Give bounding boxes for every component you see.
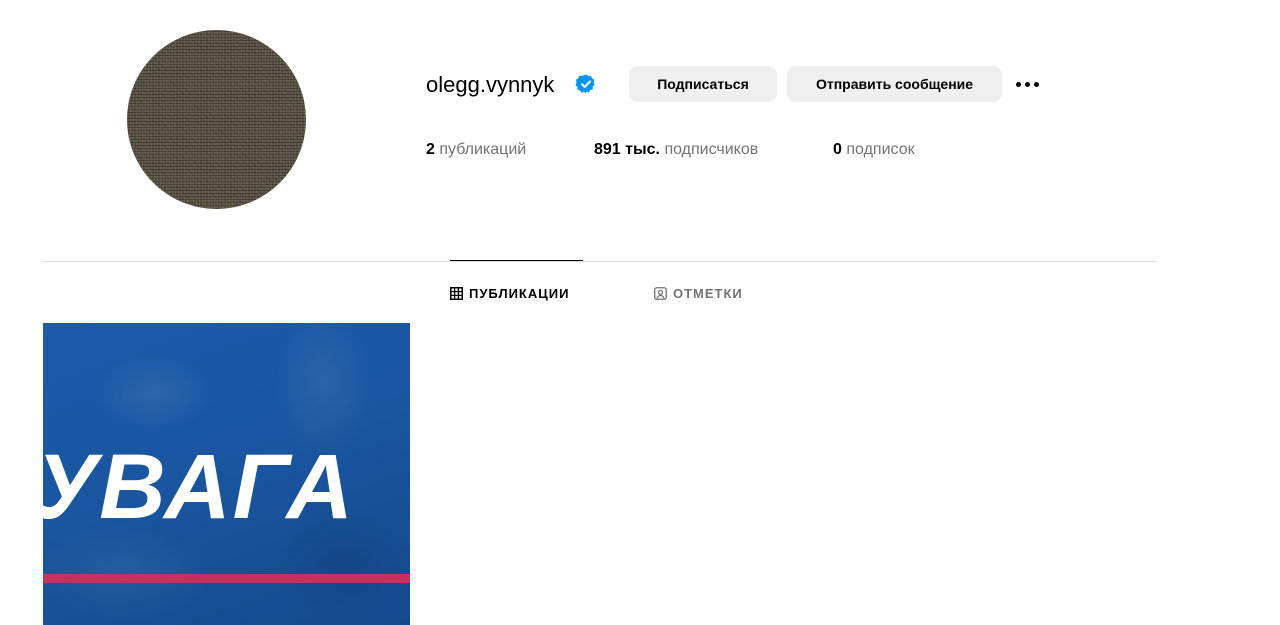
profile-username: olegg.vynnyk [426, 72, 555, 97]
following-count: 0 [833, 141, 842, 158]
tab-tagged[interactable]: ОТМЕТКИ [654, 284, 743, 302]
more-options-icon[interactable] [1016, 78, 1046, 90]
post-stripe [43, 574, 410, 583]
profile-avatar[interactable] [127, 30, 306, 209]
post-thumbnail[interactable]: УВАГА [43, 323, 410, 625]
followers-label: подписчиков [664, 141, 759, 158]
post-headline-text: УВАГА [43, 436, 355, 538]
posts-label: публикаций [439, 141, 527, 158]
followers-count-stat[interactable]: 891 тыс. подписчиков [594, 139, 758, 161]
following-count-stat[interactable]: 0 подписок [833, 139, 915, 161]
verified-badge-icon [575, 74, 595, 94]
tab-tagged-label: ОТМЕТКИ [673, 285, 743, 301]
posts-count-stat: 2 публикаций [426, 139, 526, 161]
send-message-button[interactable]: Отправить сообщение [787, 66, 1002, 102]
follow-button[interactable]: Подписаться [629, 66, 777, 102]
tab-posts-label: ПУБЛИКАЦИИ [469, 285, 570, 301]
following-label: подписок [846, 141, 915, 158]
followers-count: 891 тыс. [594, 141, 660, 158]
grid-icon [450, 286, 463, 300]
tagged-icon [654, 286, 667, 300]
active-tab-indicator [450, 260, 583, 261]
tab-posts[interactable]: ПУБЛИКАЦИИ [450, 284, 569, 302]
posts-count: 2 [426, 141, 435, 158]
tabs-divider [43, 261, 1156, 262]
